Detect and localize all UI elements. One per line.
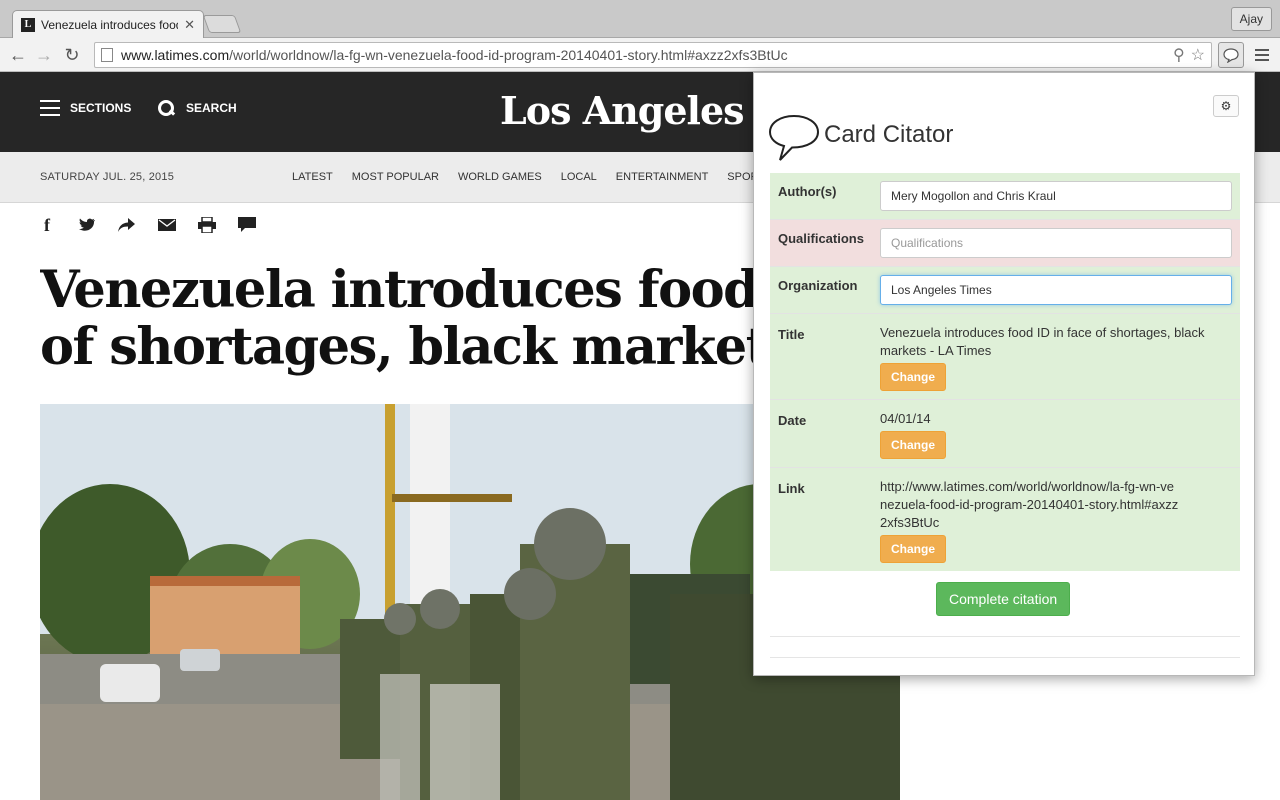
title-value: Venezuela introduces food ID in face of … [880, 325, 1205, 358]
qualifications-row: Qualifications [770, 219, 1240, 266]
author-row: Author(s) [770, 173, 1240, 219]
hamburger-icon [40, 100, 60, 116]
profile-button[interactable]: Ajay [1230, 7, 1272, 31]
nav-link[interactable]: LATEST [292, 171, 333, 183]
site-favicon-icon: L [21, 17, 35, 32]
tab-strip: L Venezuela introduces food ID ✕ Ajay [0, 0, 1280, 38]
qualifications-label: Qualifications [778, 231, 864, 246]
link-value: http://www.latimes.com/world/worldnow/la… [880, 479, 1179, 530]
section-nav: LATEST MOST POPULAR WORLD GAMES LOCAL EN… [292, 171, 772, 183]
speech-bubble-icon [768, 114, 820, 161]
comment-icon[interactable] [238, 216, 256, 234]
date-row: Date 04/01/14 Change [770, 399, 1240, 467]
back-icon[interactable]: ← [6, 43, 30, 67]
citation-form: Author(s) Qualifications Organization Ti… [770, 173, 1240, 571]
author-label: Author(s) [778, 184, 837, 199]
url-text[interactable]: www.latimes.com/world/worldnow/la-fg-wn-… [121, 47, 788, 63]
date-value: 04/01/14 [880, 411, 931, 426]
complete-citation-button[interactable]: Complete citation [936, 582, 1071, 616]
reload-icon[interactable]: ↻ [60, 43, 84, 67]
nav-link[interactable]: ENTERTAINMENT [616, 171, 709, 183]
change-date-button[interactable]: Change [880, 431, 947, 459]
menu-icon[interactable] [1252, 44, 1272, 66]
link-row: Link http://www.latimes.com/world/worldn… [770, 467, 1240, 571]
nav-link[interactable]: LOCAL [561, 171, 597, 183]
new-tab-button[interactable] [202, 15, 242, 33]
page-icon [101, 48, 113, 62]
title-label: Title [778, 327, 805, 342]
email-icon[interactable] [158, 216, 176, 234]
zoom-icon[interactable]: ⚲ [1173, 45, 1185, 65]
link-label: Link [778, 481, 805, 496]
print-icon[interactable] [198, 216, 216, 234]
forward-icon[interactable]: → [32, 43, 56, 67]
change-link-button[interactable]: Change [880, 535, 947, 563]
card-citator-popup: ⚙ Card Citator Author(s) Qualifications … [753, 72, 1255, 676]
search-button[interactable]: SEARCH [158, 100, 237, 116]
divider [770, 657, 1240, 658]
popup-title: Card Citator [824, 121, 954, 148]
share-icon[interactable] [118, 216, 136, 234]
star-icon[interactable]: ☆ [1191, 45, 1205, 65]
popup-header: Card Citator [768, 113, 953, 163]
extension-bubble-icon[interactable] [1218, 42, 1244, 68]
nav-link[interactable]: WORLD GAMES [458, 171, 542, 183]
current-date: SATURDAY JUL. 25, 2015 [40, 171, 175, 183]
tab-title: Venezuela introduces food ID [41, 17, 178, 32]
search-icon [158, 100, 174, 116]
sections-button[interactable]: SECTIONS [40, 100, 131, 116]
browser-tab[interactable]: L Venezuela introduces food ID ✕ [12, 10, 204, 38]
browser-toolbar: ← → ↻ www.latimes.com/world/worldnow/la-… [0, 38, 1280, 72]
twitter-icon[interactable] [78, 216, 96, 234]
author-input[interactable] [880, 181, 1232, 211]
facebook-icon[interactable]: f [38, 215, 56, 235]
date-label: Date [778, 413, 807, 428]
nav-link[interactable]: MOST POPULAR [352, 171, 439, 183]
gear-icon[interactable]: ⚙ [1213, 95, 1239, 117]
title-row: Title Venezuela introduces food ID in fa… [770, 313, 1240, 399]
share-bar: f [38, 215, 256, 235]
divider [770, 636, 1240, 637]
organization-input[interactable] [880, 275, 1232, 305]
article-headline: Venezuela introduces food ID in face of … [40, 262, 760, 376]
address-bar[interactable]: www.latimes.com/world/worldnow/la-fg-wn-… [94, 42, 1212, 68]
change-title-button[interactable]: Change [880, 363, 947, 391]
organization-row: Organization [770, 266, 1240, 313]
qualifications-input[interactable] [880, 228, 1232, 258]
tab-close-icon[interactable]: ✕ [184, 17, 195, 33]
organization-label: Organization [778, 278, 858, 293]
